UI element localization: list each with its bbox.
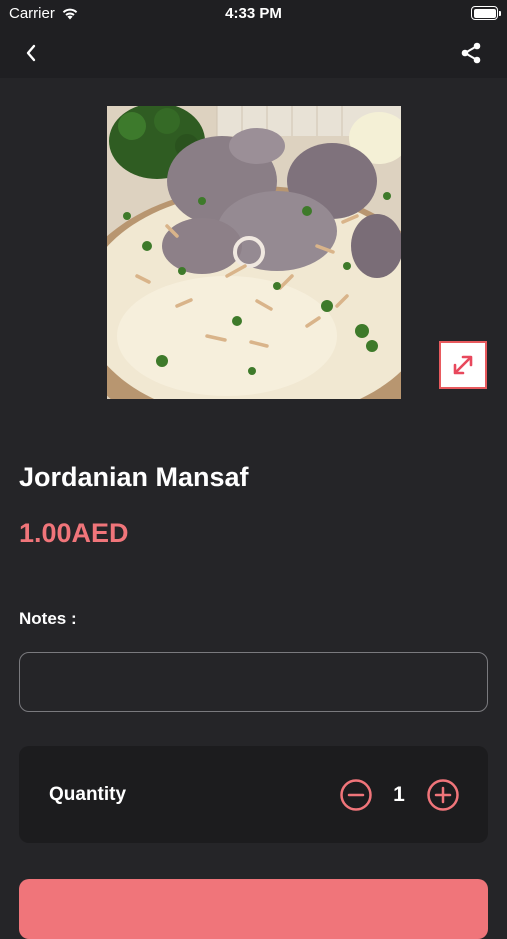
nav-bar: [0, 28, 507, 78]
status-time: 4:33 PM: [225, 5, 282, 22]
battery-icon: [471, 6, 501, 20]
share-button[interactable]: [457, 39, 485, 67]
product-price: 1.00AED: [19, 518, 129, 548]
quantity-value: 1: [393, 783, 405, 806]
plus-circle-icon: [427, 779, 459, 811]
chevron-left-icon: [26, 44, 36, 62]
notes-label: Notes :: [19, 609, 77, 628]
product-image: [107, 106, 401, 399]
expand-image-button[interactable]: [439, 341, 487, 389]
decrease-quantity-button[interactable]: [340, 779, 372, 811]
quantity-card: Quantity 1: [19, 746, 488, 843]
back-button[interactable]: [18, 40, 44, 66]
quantity-label: Quantity: [49, 784, 127, 805]
minus-circle-icon: [340, 779, 372, 811]
notes-input[interactable]: [19, 652, 488, 712]
increase-quantity-button[interactable]: [427, 779, 459, 811]
expand-icon: [453, 355, 473, 375]
add-to-cart-button[interactable]: [19, 879, 488, 939]
status-bar: Carrier 4:33 PM: [0, 0, 507, 28]
product-title: Jordanian Mansaf: [19, 462, 249, 492]
share-icon: [461, 42, 481, 64]
